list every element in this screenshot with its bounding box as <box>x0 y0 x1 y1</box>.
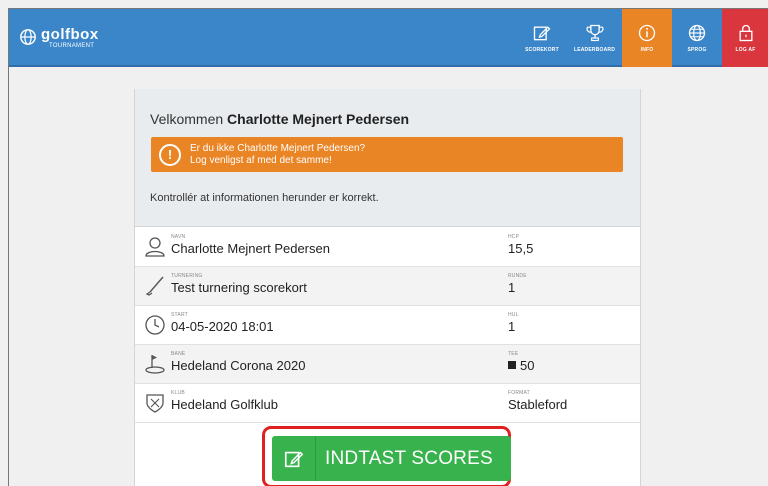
globe-logo-icon <box>20 29 36 45</box>
navn-cell: NAVN Charlotte Mejnert Pedersen <box>171 234 330 256</box>
golf-flag-icon <box>145 355 165 374</box>
app-window: golfbox TOURNAMENT SCOREKORT LEADERBOARD… <box>8 8 768 486</box>
card-header: Velkommen Charlotte Mejnert Pedersen ! E… <box>135 89 640 227</box>
info-row-start: START 04-05-2020 18:01 HUL 1 <box>135 306 640 345</box>
welcome-prefix: Velkommen <box>150 111 224 127</box>
alert-text: Er du ikke Charlotte Mejnert Pedersen? L… <box>190 143 365 167</box>
welcome-name: Charlotte Mejnert Pedersen <box>227 111 410 127</box>
field-label: TEE <box>508 351 519 357</box>
player-info-card: Velkommen Charlotte Mejnert Pedersen ! E… <box>134 89 641 486</box>
field-label: TURNERING <box>171 273 203 279</box>
turnering-cell: TURNERING Test turnering scorekort <box>171 273 307 295</box>
brand-subtitle: TOURNAMENT <box>49 43 95 49</box>
nav-leaderboard-button[interactable]: LEADERBOARD <box>567 9 622 67</box>
field-label: NAVN <box>171 234 186 240</box>
nav-label: LOG AF <box>735 47 756 53</box>
alert-line-2: Log venligst af med det samme! <box>190 154 332 166</box>
verify-instructions: Kontrollér at informationen herunder er … <box>150 192 379 204</box>
field-value: Stableford <box>508 397 568 412</box>
field-value: Hedeland Corona 2020 <box>171 358 306 373</box>
golf-club-icon <box>145 276 164 296</box>
top-navigation-bar: golfbox TOURNAMENT SCOREKORT LEADERBOARD… <box>9 9 768 67</box>
tee-cell: TEE 50 <box>508 351 534 373</box>
field-value: 15,5 <box>508 241 534 256</box>
info-row-turnering: TURNERING Test turnering scorekort RUNDE 1 <box>135 267 640 306</box>
club-shield-icon <box>146 394 164 413</box>
globe-icon <box>688 24 706 42</box>
field-value: Hedeland Golfklub <box>171 397 278 412</box>
alert-line-1: Er du ikke Charlotte Mejnert Pedersen? <box>190 142 366 154</box>
nav-info-button[interactable]: INFO <box>622 9 672 67</box>
enter-scores-label: INDTAST SCORES <box>325 447 493 469</box>
field-label: BANE <box>171 351 186 357</box>
tee-value: 50 <box>520 358 535 373</box>
person-icon <box>145 237 165 257</box>
trophy-icon <box>585 24 604 42</box>
klub-cell: KLUB Hedeland Golfklub <box>171 390 278 412</box>
field-value: Test turnering scorekort <box>171 280 307 295</box>
runde-cell: RUNDE 1 <box>508 273 527 295</box>
nav-logout-button[interactable]: LOG AF <box>722 9 768 67</box>
bane-cell: BANE Hedeland Corona 2020 <box>171 351 305 373</box>
nav-label: SCOREKORT <box>525 47 559 53</box>
enter-scores-button[interactable]: INDTAST SCORES <box>272 436 511 481</box>
start-cell: START 04-05-2020 18:01 <box>171 312 274 334</box>
field-label: HCP <box>508 234 520 240</box>
nav-label: INFO <box>640 47 654 53</box>
info-row-bane: BANE Hedeland Corona 2020 TEE 50 <box>135 345 640 384</box>
info-icon <box>638 24 656 42</box>
identity-warning-alert: ! Er du ikke Charlotte Mejnert Pedersen?… <box>151 137 623 172</box>
tee-color-swatch <box>508 361 516 369</box>
edit-scorecard-icon <box>272 436 316 481</box>
info-row-klub: KLUB Hedeland Golfklub FORMAT Stableford <box>135 384 640 423</box>
hcp-cell: HCP 15,5 <box>508 234 533 256</box>
clock-icon <box>145 315 165 335</box>
field-value: Charlotte Mejnert Pedersen <box>171 241 330 256</box>
exclamation-icon: ! <box>159 143 181 166</box>
field-value: 1 <box>508 280 516 295</box>
lock-icon <box>739 24 752 42</box>
info-row-navn: NAVN Charlotte Mejnert Pedersen HCP 15,5 <box>135 228 640 267</box>
brand-name: golfbox <box>41 26 99 43</box>
nav-label: LEADERBOARD <box>573 47 616 53</box>
field-value: 1 <box>508 319 516 334</box>
field-label: START <box>171 312 188 318</box>
field-label: RUNDE <box>508 273 527 279</box>
hul-cell: HUL 1 <box>508 312 519 334</box>
nav-label: SPROG <box>687 47 707 53</box>
field-label: HUL <box>508 312 519 318</box>
welcome-heading: Velkommen Charlotte Mejnert Pedersen <box>150 111 409 127</box>
field-value: 04-05-2020 18:01 <box>171 319 274 334</box>
field-label: KLUB <box>171 390 185 396</box>
field-label: FORMAT <box>508 390 530 396</box>
scorecard-icon <box>533 26 551 41</box>
field-value: 50 <box>508 358 534 373</box>
format-cell: FORMAT Stableford <box>508 390 567 412</box>
golfbox-logo[interactable]: golfbox TOURNAMENT <box>19 27 99 50</box>
nav-sprog-button[interactable]: SPROG <box>672 9 722 67</box>
highlight-outline: INDTAST SCORES <box>262 426 511 486</box>
nav-scorekort-button[interactable]: SCOREKORT <box>517 9 567 67</box>
